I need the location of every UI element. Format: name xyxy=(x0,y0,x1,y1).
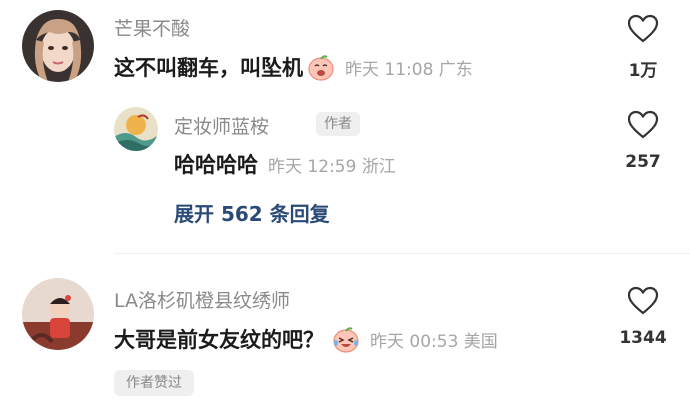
comment-username[interactable]: 芒果不酸 xyxy=(114,14,190,41)
reply-content: 哈哈哈哈 昨天 12:59 浙江 xyxy=(174,149,396,179)
avatar[interactable] xyxy=(22,278,94,350)
comment-content: 这不叫翻车，叫坠机 昨天 11:08 广东 xyxy=(114,52,473,82)
reply-username[interactable]: 定妆师蓝桉 xyxy=(174,112,269,139)
author-tag: 作者 xyxy=(316,112,360,136)
heart-icon xyxy=(627,14,659,43)
comment-meta: 昨天 11:08 广东 xyxy=(345,59,473,80)
divider xyxy=(114,253,690,254)
reply-avatar[interactable] xyxy=(114,107,158,151)
reply-like-button[interactable]: 257 xyxy=(608,106,678,178)
reply-meta: 昨天 12:59 浙江 xyxy=(268,156,396,177)
comment-text: 这不叫翻车，叫坠机 xyxy=(114,56,303,80)
like-count: 1万 xyxy=(628,61,658,81)
like-button[interactable]: 1万 xyxy=(608,10,678,82)
like-button[interactable]: 1344 xyxy=(608,282,678,354)
comment-meta: 昨天 00:53 美国 xyxy=(370,331,498,352)
reply-text: 哈哈哈哈 xyxy=(174,153,258,177)
peach-laugh-tears-emoji-icon xyxy=(332,325,360,353)
like-count: 1344 xyxy=(619,328,667,348)
heart-icon xyxy=(627,286,659,315)
comment-text: 大哥是前女友纹的吧？ xyxy=(114,328,324,352)
heart-icon xyxy=(627,110,659,139)
reply-like-count: 257 xyxy=(625,152,661,172)
comment-username[interactable]: LA洛杉矶橙县纹绣师 xyxy=(114,286,290,313)
peach-cry-laugh-emoji-icon xyxy=(307,53,335,81)
avatar[interactable] xyxy=(22,10,94,82)
author-liked-tag: 作者赞过 xyxy=(114,370,194,396)
expand-replies-link[interactable]: 展开 562 条回复 xyxy=(174,198,330,227)
comment-content: 大哥是前女友纹的吧？ 昨天 00:53 美国 xyxy=(114,324,498,354)
